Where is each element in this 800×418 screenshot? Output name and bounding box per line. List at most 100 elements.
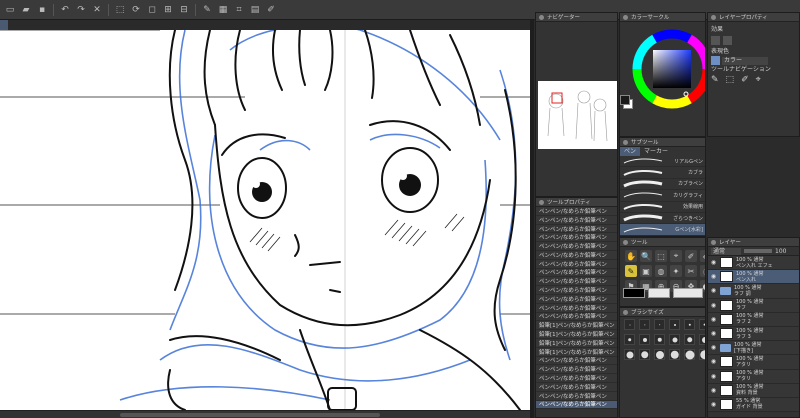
brush-size-option[interactable] <box>669 349 680 360</box>
tool-button-icon[interactable]: ◌ <box>700 265 705 277</box>
tab-pen[interactable]: ペン <box>620 147 641 156</box>
main-color-swatch[interactable] <box>620 95 630 105</box>
layer-row[interactable]: ◉ 100 % 通常 アタリ <box>708 369 799 384</box>
layer-row[interactable]: ◉ 100 % 通常 ラフ 2 <box>708 312 799 327</box>
layer-folder-row[interactable]: ◉ 100 % 通常 ラフ 調 <box>708 284 799 299</box>
brush-list-item[interactable]: ペンペン/なめらか鉛筆ペン <box>536 303 617 313</box>
eyedrop-icon[interactable]: ✐ <box>264 3 278 17</box>
document-tab[interactable] <box>0 20 8 30</box>
select-tool-icon[interactable]: ⌖ <box>756 76 761 85</box>
tool-button-icon[interactable]: ✐ <box>685 250 697 262</box>
visibility-eye-icon[interactable]: ◉ <box>710 373 717 380</box>
sub-tool-item[interactable]: 効果線用 <box>620 202 705 213</box>
save-icon[interactable]: ▪ <box>35 3 49 17</box>
layer-row[interactable]: ◉ 100 % 通常 ペン入れ <box>708 270 799 285</box>
brush-size-option[interactable] <box>699 349 705 360</box>
brush-list-item[interactable]: ペンペン/なめらか鉛筆ペン <box>536 391 617 401</box>
brush-list-item[interactable]: ペンペン/なめらか鉛筆ペン <box>536 365 617 375</box>
visibility-eye-icon[interactable]: ◉ <box>710 302 717 309</box>
brush-size-option[interactable] <box>684 349 695 360</box>
brush-list-item[interactable]: ペンペン/なめらか鉛筆ペン <box>536 382 617 392</box>
pen-tool-icon[interactable]: ✎ <box>711 76 719 85</box>
brush-size-option[interactable] <box>654 349 665 360</box>
transform-icon[interactable]: ⬚ <box>113 3 127 17</box>
panel-divider[interactable] <box>530 20 534 418</box>
brush-size-option[interactable] <box>699 319 705 330</box>
tool-button-icon[interactable]: ✂ <box>685 265 697 277</box>
visibility-eye-icon[interactable]: ◉ <box>710 344 717 351</box>
visibility-eye-icon[interactable]: ◉ <box>710 387 717 394</box>
blend-mode-select[interactable]: 通常 <box>711 247 741 255</box>
sub-tool-item[interactable]: カリグラフィ <box>620 190 705 202</box>
undo-icon[interactable]: ↶ <box>58 3 72 17</box>
snap-icon[interactable]: ⊞ <box>161 3 175 17</box>
layer-row[interactable]: ◉ 100 % 通常 ラフ <box>708 298 799 313</box>
brush-size-option[interactable] <box>669 319 680 330</box>
expression-color-select[interactable]: カラー <box>722 56 768 65</box>
brush-list-item[interactable]: 鉛筆[1]ペン/なめらか鉛筆ペン <box>536 321 617 331</box>
visibility-eye-icon[interactable]: ◉ <box>710 259 717 266</box>
brush-list-item[interactable]: ペンペン/なめらか鉛筆ペン <box>536 250 617 260</box>
tab-marker[interactable]: マーカー <box>640 147 672 156</box>
sub-tool-item[interactable]: カブラペン <box>620 179 705 191</box>
brush-size-option[interactable] <box>684 319 695 330</box>
brush-list-item[interactable]: ペンペン/なめらか鉛筆ペン <box>536 374 617 383</box>
crop-icon[interactable]: ⌗ <box>232 3 246 17</box>
tool-button-icon[interactable]: ▣ <box>640 265 652 277</box>
layer-row[interactable]: ◉ 55 % 通常 ガイド 背景 <box>708 397 799 413</box>
clear-icon[interactable]: ✕ <box>90 3 104 17</box>
brush-list-item[interactable]: ペンペン/なめらか鉛筆ペン <box>536 286 617 295</box>
layer-row[interactable]: ◉ 100 % 通常 ラフ 3 <box>708 326 799 342</box>
tool-button-icon[interactable]: ⬚ <box>655 250 667 262</box>
brush-list-item[interactable]: ペンペン/なめらか鉛筆ペン <box>536 356 617 366</box>
brush-size-option[interactable] <box>654 334 665 345</box>
brush-size-option[interactable] <box>624 319 635 330</box>
brush-list-item[interactable]: ペンペン/なめらか鉛筆ペン <box>536 242 617 251</box>
grid-icon[interactable]: ▦ <box>216 3 230 17</box>
tool-button-icon[interactable]: ✋ <box>625 250 637 262</box>
tool-button-icon[interactable]: ◍ <box>655 265 667 277</box>
brush-size-option[interactable] <box>639 334 650 345</box>
brush-size-option[interactable] <box>624 349 635 360</box>
horizontal-scrollbar[interactable] <box>0 410 530 418</box>
brush-size-option[interactable] <box>699 334 705 345</box>
brush-tool-icon[interactable]: ✐ <box>741 76 749 85</box>
select-icon[interactable]: ◻ <box>145 3 159 17</box>
current-color-chip[interactable] <box>623 288 645 298</box>
drawing-canvas[interactable] <box>0 30 530 410</box>
brush-list-item[interactable]: ペンペン/なめらか鉛筆ペン <box>536 233 617 243</box>
redo-icon[interactable]: ↷ <box>74 3 88 17</box>
brush-size-option[interactable] <box>684 334 695 345</box>
brush-list-item[interactable]: ペンペン/なめらか鉛筆ペン <box>536 277 617 287</box>
brush-list-item[interactable]: ペンペン/なめらか鉛筆ペン <box>536 312 617 322</box>
brush-size-option[interactable] <box>639 349 650 360</box>
visibility-eye-icon[interactable]: ◉ <box>710 358 717 365</box>
brush-list-item[interactable]: 鉛筆[1]ペン/なめらか鉛筆ペン <box>536 330 617 339</box>
brush-list-item[interactable]: ペンペン/なめらか鉛筆ペン <box>536 268 617 278</box>
sub-tool-item[interactable]: ざらつきペン <box>620 213 705 225</box>
transparent-color-chip[interactable] <box>673 288 703 298</box>
brush-list-item[interactable]: ペンペン/なめらか鉛筆ペン <box>536 259 617 269</box>
tool-button-icon[interactable]: ◈ <box>700 250 705 262</box>
layer-row[interactable]: ◉ 100 % 通常 資料 背景 <box>708 383 799 398</box>
scroll-thumb[interactable] <box>120 413 380 417</box>
brush-list-item[interactable]: 鉛筆[1]ペン/なめらか鉛筆ペン <box>536 338 617 348</box>
fill-tool-icon[interactable]: ⬚ <box>726 76 735 85</box>
tool-button-icon[interactable]: ⌖ <box>670 250 682 262</box>
rotate-icon[interactable]: ⟳ <box>129 3 143 17</box>
brush-size-option[interactable] <box>639 319 650 330</box>
layer-row[interactable]: ◉ 100 % 通常 ペン入れ エフェ <box>708 256 799 271</box>
open-folder-icon[interactable]: ▰ <box>19 3 33 17</box>
visibility-eye-icon[interactable]: ◉ <box>710 287 717 294</box>
visibility-eye-icon[interactable]: ◉ <box>710 401 717 408</box>
brush-list-item[interactable]: ペンペン/なめらか鉛筆ペン <box>536 215 617 225</box>
sub-color-chip[interactable] <box>648 288 670 298</box>
new-file-icon[interactable]: ▭ <box>3 3 17 17</box>
brush-size-option[interactable] <box>654 319 665 330</box>
tool-button-icon[interactable]: ✦ <box>670 265 682 277</box>
border-effect-icon[interactable] <box>711 36 720 45</box>
opacity-slider[interactable] <box>744 249 772 253</box>
brush-list-item[interactable]: ペンペン/なめらか鉛筆ペン <box>536 224 617 234</box>
sub-tool-item[interactable]: リアルGペン <box>620 156 705 168</box>
brush-list-item[interactable]: ペンペン/なめらか鉛筆ペン <box>536 294 617 304</box>
